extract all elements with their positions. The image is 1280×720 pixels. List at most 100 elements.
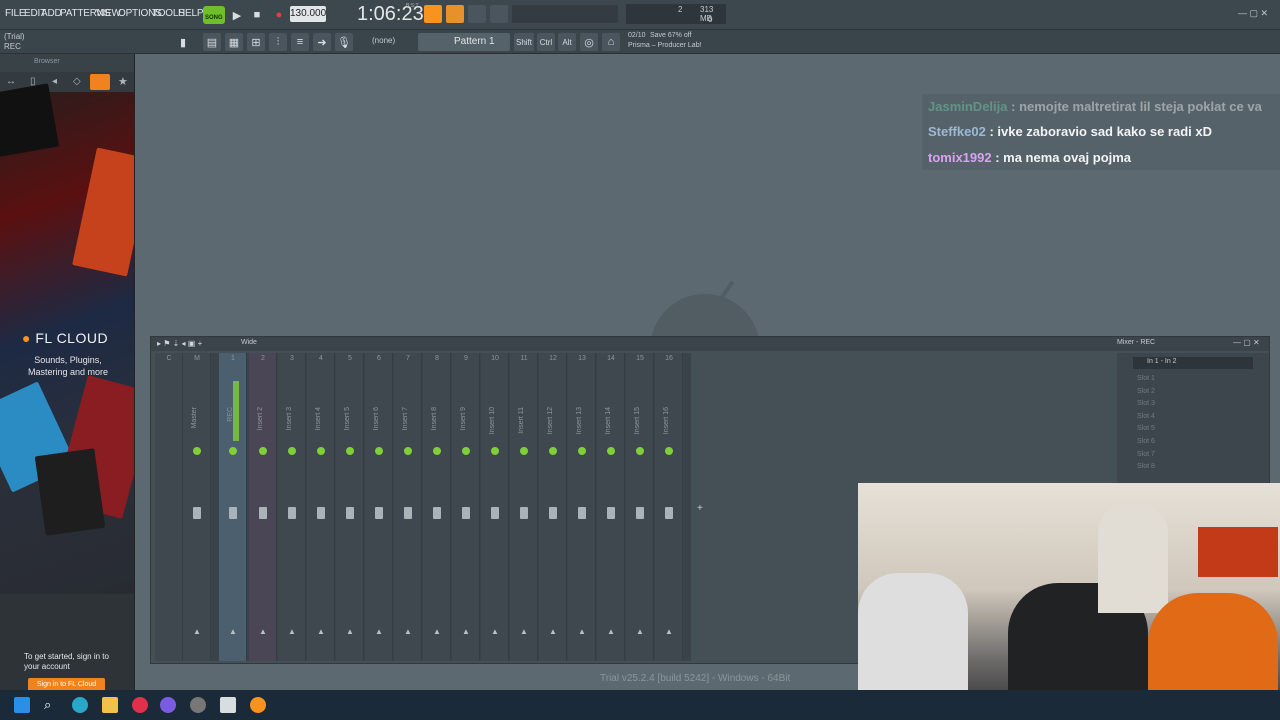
pan-knob[interactable] <box>578 447 586 455</box>
mixer-strip[interactable]: 8 Insert 8 ▲ <box>423 353 451 661</box>
pattern-mode-button[interactable] <box>424 5 442 23</box>
discord-icon[interactable] <box>160 697 176 713</box>
view-icon[interactable]: ◂ <box>52 76 57 87</box>
cloud-icon[interactable] <box>90 74 110 90</box>
volume-fader[interactable] <box>433 507 441 519</box>
arrow-button[interactable]: ➜ <box>313 33 331 51</box>
alt-key-button[interactable]: Alt <box>558 33 576 51</box>
mixer-strip[interactable]: 1 REC ▲ <box>219 353 247 661</box>
add-track-button[interactable]: + <box>697 503 703 514</box>
mixer-strip[interactable]: C <box>155 353 183 661</box>
mixer-strip[interactable]: 13 Insert 13 ▲ <box>568 353 596 661</box>
edge-icon[interactable] <box>72 697 88 713</box>
volume-fader[interactable] <box>520 507 528 519</box>
mixer-menu-icon[interactable]: ▸ ⚑ ⇣ ◂ ▣ + <box>157 339 202 348</box>
pan-knob[interactable] <box>193 447 201 455</box>
volume-fader[interactable] <box>193 507 201 519</box>
fx-slot[interactable]: Slot 4 <box>1137 413 1155 420</box>
pan-knob[interactable] <box>288 447 296 455</box>
obs-icon[interactable] <box>190 697 206 713</box>
mixer-strip[interactable]: 2 Insert 2 ▲ <box>249 353 277 661</box>
route-arrow-icon[interactable]: ▲ <box>578 627 586 636</box>
pan-knob[interactable] <box>636 447 644 455</box>
news-panel[interactable]: 02/10 Save 67% off Prisma – Producer Lab… <box>626 31 736 53</box>
fx-slot[interactable]: Slot 7 <box>1137 451 1155 458</box>
fx-slot[interactable]: Slot 6 <box>1137 438 1155 445</box>
menu-file[interactable]: FILE <box>5 8 26 19</box>
route-arrow-icon[interactable]: ▲ <box>317 627 325 636</box>
mixer-strip[interactable]: M Master ▲ <box>183 353 211 661</box>
file-explorer-icon[interactable] <box>102 697 118 713</box>
volume-fader[interactable] <box>665 507 673 519</box>
route-arrow-icon[interactable]: ▲ <box>259 627 267 636</box>
route-arrow-icon[interactable]: ▲ <box>520 627 528 636</box>
mixer-button[interactable]: ⫶ <box>269 33 287 51</box>
mixer-strip[interactable]: 6 Insert 6 ▲ <box>365 353 393 661</box>
volume-fader[interactable] <box>636 507 644 519</box>
tempo-display[interactable]: 130.000 <box>290 6 326 22</box>
metronome-button[interactable] <box>490 5 508 23</box>
play-button[interactable]: ▶ <box>228 6 246 24</box>
pan-knob[interactable] <box>520 447 528 455</box>
wait-input-button[interactable] <box>468 5 486 23</box>
pan-knob[interactable] <box>462 447 470 455</box>
stop-button[interactable]: ■ <box>248 6 266 24</box>
window-controls[interactable]: — ▢ ✕ <box>1238 8 1268 19</box>
route-arrow-icon[interactable]: ▲ <box>404 627 412 636</box>
menu-help[interactable]: HELP <box>178 8 204 19</box>
mixer-strip[interactable]: 12 Insert 12 ▲ <box>539 353 567 661</box>
search-icon[interactable]: ⌕ <box>44 697 60 713</box>
volume-fader[interactable] <box>491 507 499 519</box>
playlist-button[interactable]: ▤ <box>203 33 221 51</box>
fx-slot[interactable]: Slot 3 <box>1137 400 1155 407</box>
online-icon[interactable]: ◎ <box>580 33 598 51</box>
windows-start-icon[interactable] <box>14 697 30 713</box>
lock-icon[interactable]: ▮ <box>174 33 192 51</box>
volume-fader[interactable] <box>549 507 557 519</box>
route-arrow-icon[interactable]: ▲ <box>346 627 354 636</box>
tag-icon[interactable]: ◇ <box>73 76 81 87</box>
route-arrow-icon[interactable]: ▲ <box>288 627 296 636</box>
ctrl-key-button[interactable]: Ctrl <box>537 33 555 51</box>
route-arrow-icon[interactable]: ▲ <box>193 627 201 636</box>
mixer-view-mode[interactable]: Wide <box>241 339 257 346</box>
volume-fader[interactable] <box>375 507 383 519</box>
route-arrow-icon[interactable]: ▲ <box>549 627 557 636</box>
pan-knob[interactable] <box>346 447 354 455</box>
mixer-strip[interactable]: 11 Insert 11 ▲ <box>510 353 538 661</box>
piano-roll-button[interactable]: ▦ <box>225 33 243 51</box>
opera-icon[interactable] <box>132 697 148 713</box>
route-arrow-icon[interactable]: ▲ <box>491 627 499 636</box>
fx-slot[interactable]: Slot 2 <box>1137 388 1155 395</box>
fl-studio-icon[interactable] <box>250 697 266 713</box>
volume-fader[interactable] <box>259 507 267 519</box>
menu-add[interactable]: ADD <box>41 8 62 19</box>
snap-selector[interactable]: (none) <box>372 36 395 45</box>
mixer-strip[interactable]: 16 Insert 16 ▲ <box>655 353 683 661</box>
pan-knob[interactable] <box>375 447 383 455</box>
pan-knob[interactable] <box>665 447 673 455</box>
fx-slot[interactable]: Slot 5 <box>1137 425 1155 432</box>
volume-fader[interactable] <box>404 507 412 519</box>
volume-fader[interactable] <box>288 507 296 519</box>
mixer-strip[interactable]: 4 Insert 4 ▲ <box>307 353 335 661</box>
pan-knob[interactable] <box>607 447 615 455</box>
mixer-strip[interactable]: 15 Insert 15 ▲ <box>626 353 654 661</box>
signin-button[interactable]: Sign in to FL Cloud <box>28 678 105 690</box>
pan-knob[interactable] <box>433 447 441 455</box>
route-arrow-icon[interactable]: ▲ <box>375 627 383 636</box>
volume-fader[interactable] <box>578 507 586 519</box>
pattern-selector[interactable]: Pattern 1 <box>418 33 510 51</box>
record-button[interactable]: ● <box>270 6 288 24</box>
fx-slot[interactable]: Slot 8 <box>1137 463 1155 470</box>
volume-fader[interactable] <box>317 507 325 519</box>
pan-knob[interactable] <box>491 447 499 455</box>
channel-rack-button[interactable]: ⊞ <box>247 33 265 51</box>
mixer-strip[interactable]: 3 Insert 3 ▲ <box>278 353 306 661</box>
volume-fader[interactable] <box>346 507 354 519</box>
microphone-button[interactable]: 🎙 <box>335 33 353 51</box>
route-arrow-icon[interactable]: ▲ <box>229 627 237 636</box>
shift-key-button[interactable]: Shift <box>514 33 534 51</box>
pan-knob[interactable] <box>229 447 237 455</box>
plugin-picker-button[interactable]: ≡ <box>291 33 309 51</box>
